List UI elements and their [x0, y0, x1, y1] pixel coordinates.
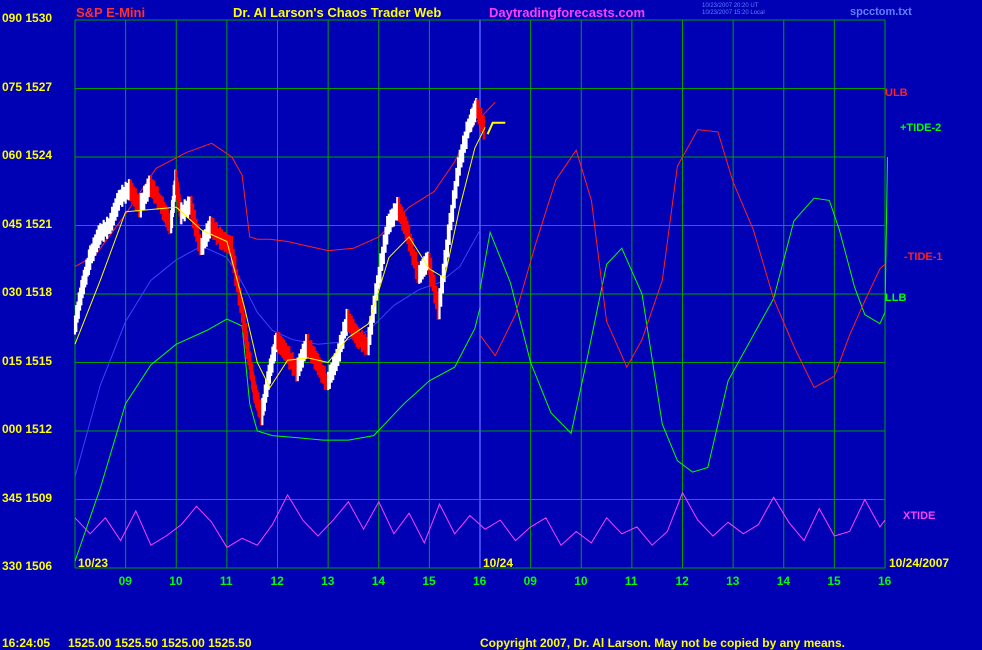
- y-tick-label: 075 1527: [2, 79, 53, 94]
- llb-label: LLB: [885, 292, 907, 304]
- x-tick-label: 09: [523, 574, 537, 588]
- y-tick-label: 000 1512: [2, 422, 53, 436]
- y-tick-label: 330 1506: [2, 559, 53, 573]
- x-tick-label: 14: [776, 574, 791, 588]
- timestamp-ut: 10/23/2007 20:20 UT: [702, 3, 759, 9]
- timestamp-local: 10/23/2007 15:20 Local: [702, 10, 765, 16]
- x-tick-label: 09: [118, 574, 132, 588]
- x-tick-label: 10: [574, 574, 588, 588]
- data-file-name: spcctom.txt: [850, 6, 912, 18]
- footer-prices: 1525.00 1525.50 1525.00 1525.50: [68, 636, 252, 650]
- x-tick-label: 12: [270, 574, 284, 588]
- y-tick-label: 090 1530: [2, 11, 53, 25]
- day-label-end: 10/24/2007: [889, 556, 950, 570]
- y-tick-label: 060 1524: [2, 148, 53, 162]
- x-tick-label: 14: [371, 574, 386, 588]
- day-label-now: 10/24: [483, 556, 514, 570]
- tide1-label: -TIDE-1: [904, 251, 943, 263]
- x-tick-label: 13: [321, 574, 335, 588]
- footer-time: 16:24:05: [2, 636, 51, 650]
- x-tick-label: 11: [219, 574, 233, 588]
- day-label-start: 10/23: [78, 556, 109, 570]
- tide2-label: +TIDE-2: [900, 122, 942, 134]
- y-tick-label: 030 1518: [2, 285, 53, 299]
- x-tick-label: 11: [624, 574, 638, 588]
- y-tick-label: 015 1515: [2, 353, 53, 368]
- x-tick-label: 12: [675, 574, 689, 588]
- x-tick-label: 10: [169, 574, 183, 588]
- y-tick-label: 045 1521: [2, 216, 53, 231]
- x-tick-label: 15: [827, 574, 841, 588]
- ulb-label: ULB: [885, 87, 908, 99]
- x-tick-label: 13: [726, 574, 740, 588]
- symbol-title: S&P E-Mini: [76, 5, 146, 20]
- chart-canvas: [0, 0, 982, 650]
- y-tick-label: 345 1509: [2, 490, 53, 505]
- x-tick-label: 15: [422, 574, 436, 588]
- x-tick-label: 16: [878, 574, 892, 588]
- chart-title: Dr. Al Larson's Chaos Trader Web: [233, 5, 442, 20]
- xtide-label: XTIDE: [903, 510, 936, 522]
- copyright-notice: Copyright 2007, Dr. Al Larson. May not b…: [480, 636, 845, 650]
- site-name: Daytradingforecasts.com: [489, 5, 646, 20]
- x-tick-label: 16: [473, 574, 487, 588]
